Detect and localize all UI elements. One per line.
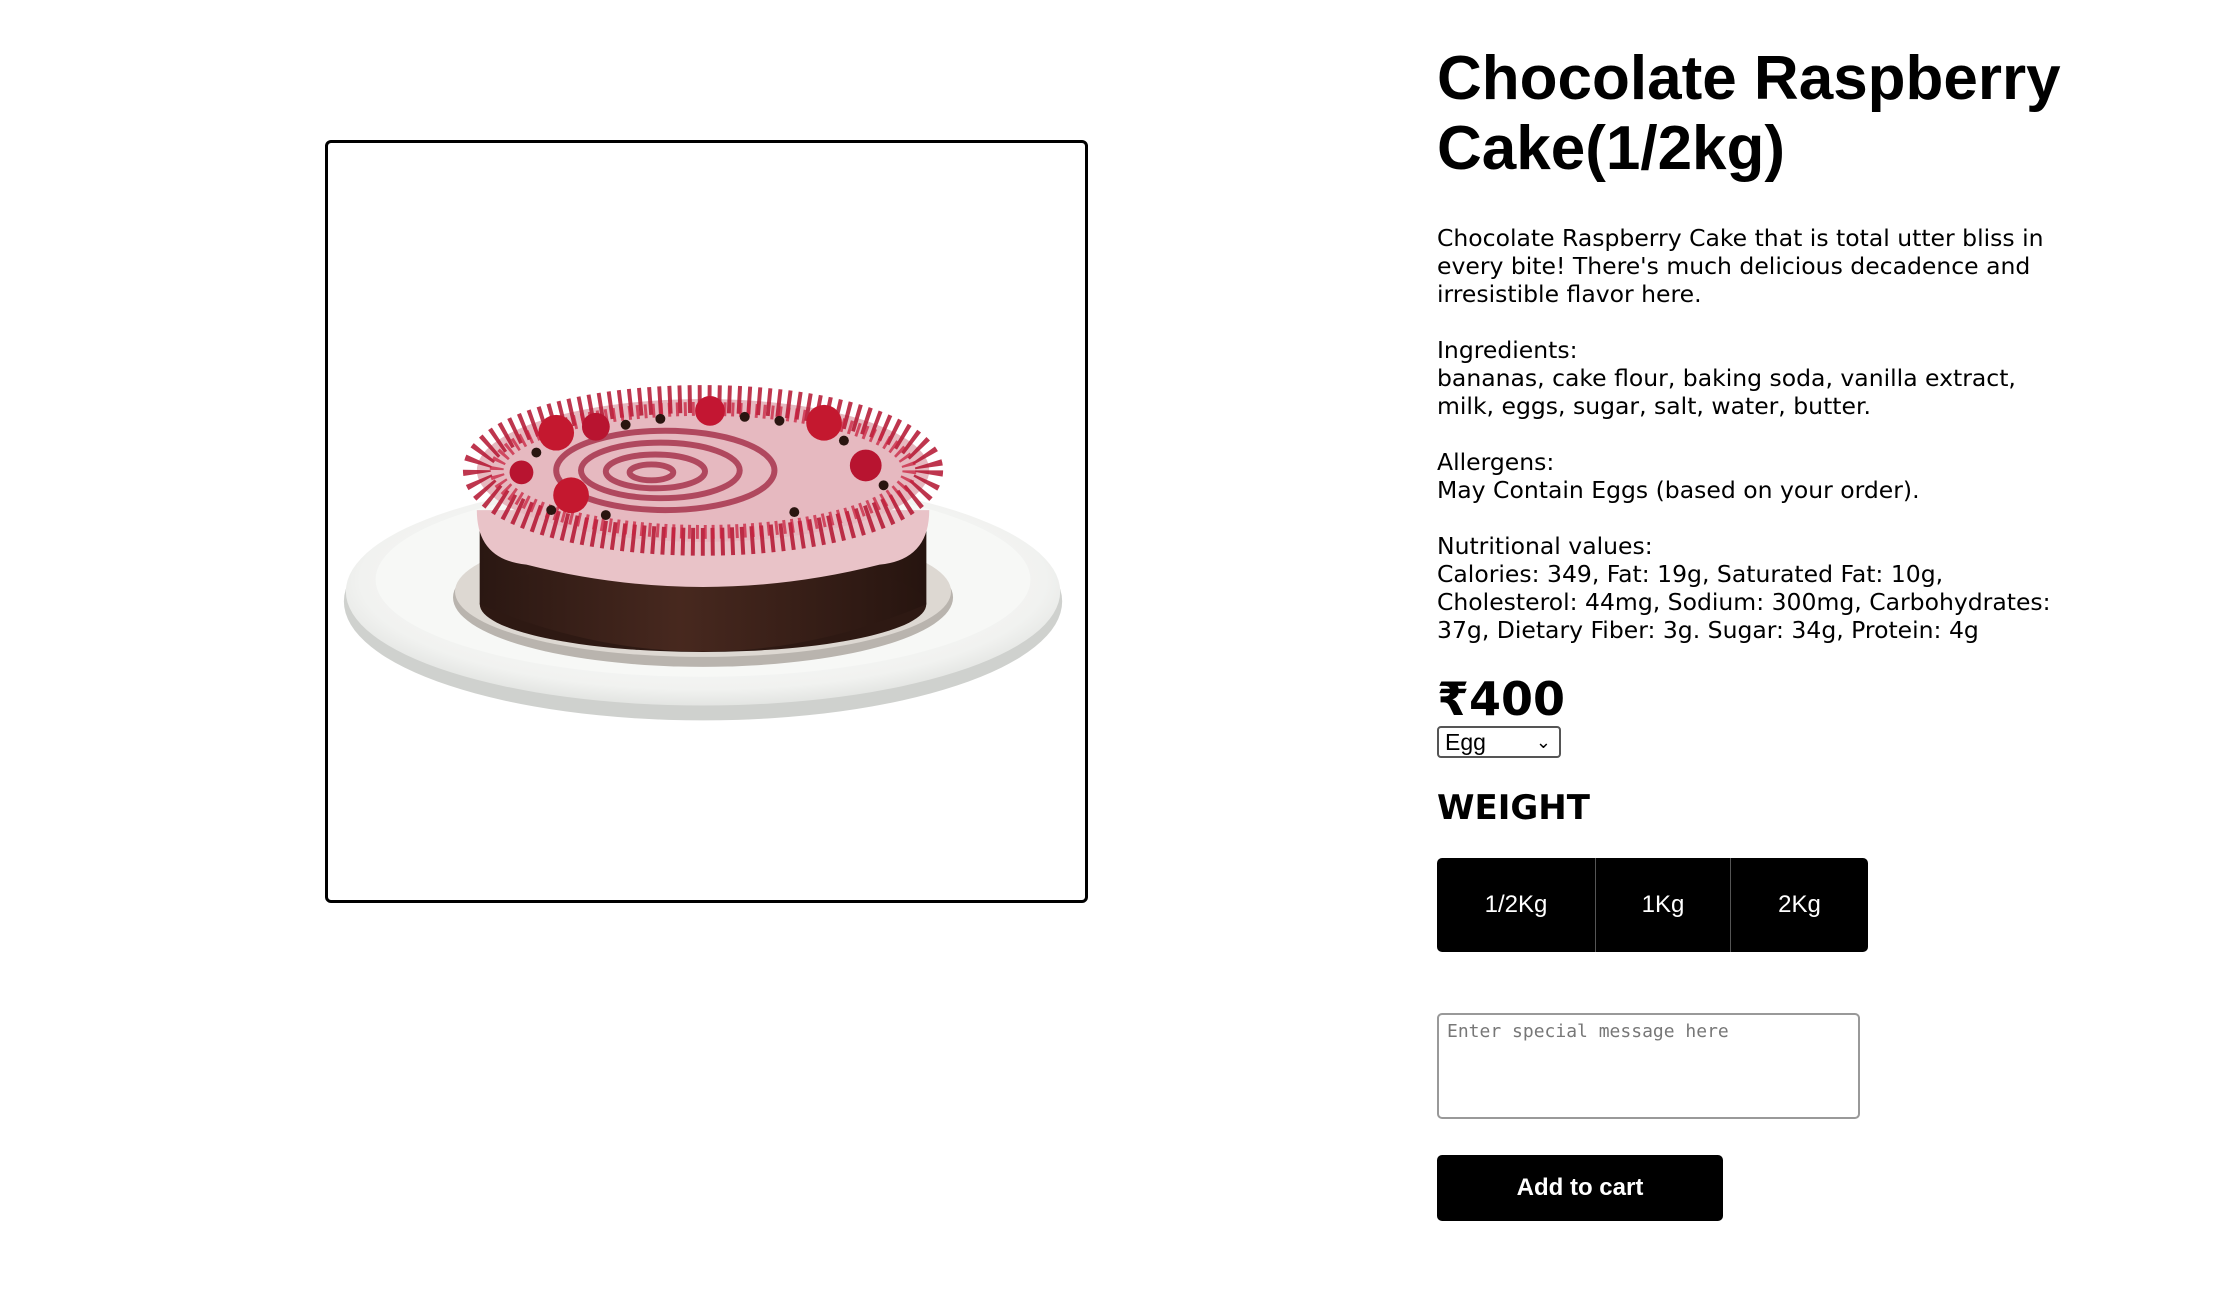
nutrition-text: Calories: 349, Fat: 19g, Saturated Fat: … (1437, 560, 2051, 644)
ingredients-text: bananas, cake flour, baking soda, vanill… (1437, 364, 2016, 420)
egg-type-select[interactable]: Egg ⌄ (1437, 726, 1561, 758)
product-image-frame (325, 140, 1088, 903)
nutrition-section: Nutritional values: Calories: 349, Fat: … (1437, 532, 2077, 644)
product-info: Chocolate Raspberry Cake that is total u… (1437, 224, 2077, 644)
weight-options: 1/2Kg 1Kg 2Kg (1437, 858, 1868, 952)
product-details: Chocolate Raspberry Cake(1/2kg) Chocolat… (1437, 44, 2077, 1221)
add-to-cart-button[interactable]: Add to cart (1437, 1155, 1723, 1221)
cake-image (343, 385, 1063, 721)
weight-option-half-kg[interactable]: 1/2Kg (1437, 858, 1596, 952)
product-price: ₹400 (1437, 672, 1566, 726)
ingredients-label: Ingredients: (1437, 336, 1578, 364)
product-page: Chocolate Raspberry Cake(1/2kg) Chocolat… (0, 0, 2228, 1310)
allergens-text: May Contain Eggs (based on your order). (1437, 476, 1920, 504)
allergens-label: Allergens: (1437, 448, 1555, 476)
product-description: Chocolate Raspberry Cake that is total u… (1437, 224, 2044, 308)
special-message-input[interactable] (1437, 1013, 1860, 1119)
allergens-section: Allergens: May Contain Eggs (based on yo… (1437, 448, 2077, 504)
weight-option-1kg[interactable]: 1Kg (1596, 858, 1731, 952)
weight-heading: WEIGHT (1437, 788, 1590, 828)
chevron-down-icon: ⌄ (1535, 732, 1551, 752)
ingredients-section: Ingredients: bananas, cake flour, baking… (1437, 336, 2077, 420)
nutrition-label: Nutritional values: (1437, 532, 1653, 560)
egg-type-selected: Egg (1445, 728, 1486, 755)
weight-option-2kg[interactable]: 2Kg (1731, 858, 1868, 952)
product-title: Chocolate Raspberry Cake(1/2kg) (1437, 44, 2061, 183)
